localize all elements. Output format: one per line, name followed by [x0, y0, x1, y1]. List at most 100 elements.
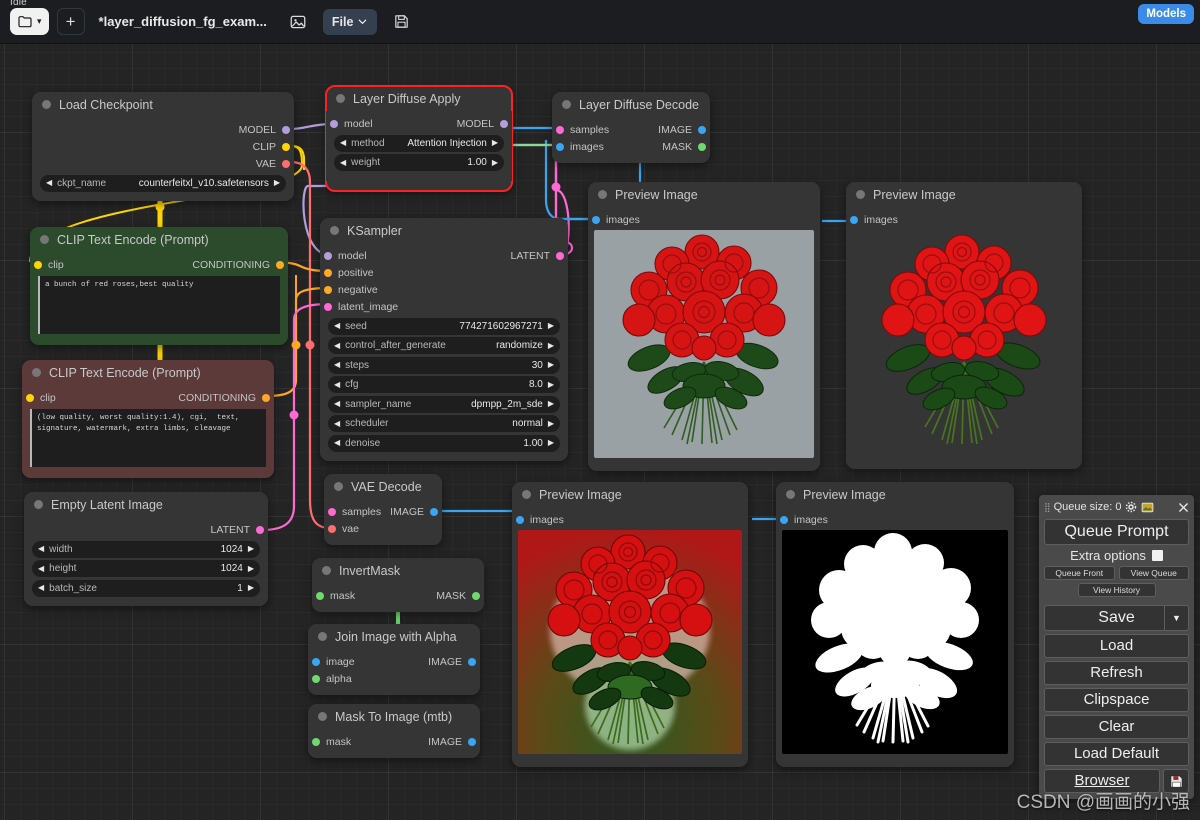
- widget-steps[interactable]: ◀ steps 30 ▶: [328, 356, 560, 374]
- pin-image-out[interactable]: [468, 738, 476, 746]
- io-row-images-mask[interactable]: images MASK: [552, 139, 710, 155]
- increment-arrow-icon[interactable]: ▶: [248, 584, 254, 592]
- pin-image-out[interactable]: [468, 658, 476, 666]
- pin-clip-in[interactable]: [26, 394, 34, 402]
- pin-mask-in[interactable]: [312, 738, 320, 746]
- widget-scheduler[interactable]: ◀ scheduler normal ▶: [328, 415, 560, 432]
- preview-image-canvas[interactable]: [594, 230, 814, 458]
- collapse-dot-icon[interactable]: [318, 712, 327, 721]
- increment-arrow-icon[interactable]: ▶: [248, 545, 254, 553]
- node-title-bar[interactable]: VAE Decode: [324, 474, 442, 499]
- collapse-dot-icon[interactable]: [598, 190, 607, 199]
- pin-images-in[interactable]: [516, 516, 524, 524]
- pin-samples-in[interactable]: [328, 508, 336, 516]
- node-title-bar[interactable]: Load Checkpoint: [32, 92, 294, 117]
- collapse-dot-icon[interactable]: [856, 190, 865, 199]
- browser-button[interactable]: Browser: [1044, 769, 1160, 793]
- collapse-dot-icon[interactable]: [562, 100, 571, 109]
- widget-seed[interactable]: ◀ seed 774271602967271 ▶: [328, 317, 560, 335]
- widget-cfg[interactable]: ◀ cfg 8.0 ▶: [328, 376, 560, 393]
- folder-caret-icon[interactable]: ▾: [37, 16, 42, 27]
- pin-images-in[interactable]: [780, 516, 788, 524]
- queue-menu-panel[interactable]: ⣿ Queue size: 0 Queue Prompt Extra optio…: [1039, 495, 1194, 799]
- decrement-arrow-icon[interactable]: ◀: [334, 400, 340, 408]
- node-title-bar[interactable]: Preview Image: [512, 482, 748, 507]
- pin-model-out[interactable]: [500, 120, 508, 128]
- pin-model[interactable]: [282, 126, 290, 134]
- widget-control-after-generate[interactable]: ◀ control_after_generate randomize ▶: [328, 337, 560, 354]
- clipspace-button[interactable]: Clipspace: [1044, 688, 1189, 712]
- widget-width[interactable]: ◀ width 1024 ▶: [32, 540, 260, 558]
- gallery-icon[interactable]: [1141, 501, 1154, 514]
- increment-arrow-icon[interactable]: ▶: [548, 322, 554, 330]
- load-button[interactable]: Load: [1044, 634, 1189, 658]
- node-title-bar[interactable]: Preview Image: [846, 182, 1082, 207]
- collapse-dot-icon[interactable]: [34, 500, 43, 509]
- increment-arrow-icon[interactable]: ▶: [548, 341, 554, 350]
- io-row-model-latent[interactable]: model LATENT: [320, 248, 568, 264]
- file-menu-button[interactable]: File: [322, 8, 378, 35]
- extra-options-row[interactable]: Extra options: [1044, 548, 1189, 563]
- pin-negative-in[interactable]: [324, 286, 332, 294]
- output-port-latent[interactable]: LATENT: [24, 522, 268, 538]
- node-title-bar[interactable]: Layer Diffuse Apply: [326, 86, 512, 111]
- load-default-button[interactable]: Load Default: [1044, 742, 1189, 766]
- node-title-bar[interactable]: Layer Diffuse Decode: [552, 92, 710, 117]
- close-icon[interactable]: [1178, 502, 1189, 513]
- node-mask-to-image[interactable]: Mask To Image (mtb) mask IMAGE: [308, 704, 480, 758]
- input-port-images[interactable]: images: [588, 212, 820, 228]
- decrement-arrow-icon[interactable]: ◀: [334, 322, 340, 330]
- gear-icon[interactable]: [1125, 501, 1137, 513]
- node-join-image-with-alpha[interactable]: Join Image with Alpha image IMAGE alpha: [308, 624, 480, 695]
- pin-conditioning-out[interactable]: [276, 261, 284, 269]
- pin-images-in[interactable]: [850, 216, 858, 224]
- new-workflow-button[interactable]: +: [56, 8, 85, 35]
- output-port-clip[interactable]: CLIP: [32, 139, 294, 155]
- node-layer-diffuse-apply[interactable]: Layer Diffuse Apply model MODEL ◀ method…: [325, 85, 513, 192]
- increment-arrow-icon[interactable]: ▶: [492, 158, 498, 167]
- input-port-latent-image[interactable]: latent_image: [320, 299, 568, 315]
- collapse-dot-icon[interactable]: [322, 566, 331, 575]
- preview-image-canvas[interactable]: [782, 530, 1008, 754]
- collapse-dot-icon[interactable]: [32, 368, 41, 377]
- input-port-negative[interactable]: negative: [320, 282, 568, 298]
- node-preview-image-3[interactable]: Preview Image images: [512, 482, 748, 767]
- widget-height[interactable]: ◀ height 1024 ▶: [32, 560, 260, 577]
- pin-model-in[interactable]: [330, 120, 338, 128]
- increment-arrow-icon[interactable]: ▶: [548, 380, 554, 389]
- node-layer-diffuse-decode[interactable]: Layer Diffuse Decode samples IMAGE image…: [552, 92, 710, 163]
- node-load-checkpoint[interactable]: Load Checkpoint MODEL CLIP VAE ◀ ckpt_na…: [32, 92, 294, 201]
- widget-sampler-name[interactable]: ◀ sampler_name dpmpp_2m_sde ▶: [328, 395, 560, 413]
- increment-arrow-icon[interactable]: ▶: [492, 139, 498, 147]
- increment-arrow-icon[interactable]: ▶: [548, 361, 554, 369]
- io-row-mask-image[interactable]: mask IMAGE: [308, 734, 480, 750]
- image-gallery-button[interactable]: [281, 9, 315, 35]
- node-title-bar[interactable]: Empty Latent Image: [24, 492, 268, 517]
- io-row-samples-image[interactable]: samples IMAGE: [552, 122, 710, 138]
- pin-model-in[interactable]: [324, 252, 332, 260]
- pin-image-out[interactable]: [430, 508, 438, 516]
- decrement-arrow-icon[interactable]: ◀: [340, 139, 346, 147]
- refresh-button[interactable]: Refresh: [1044, 661, 1189, 685]
- decrement-arrow-icon[interactable]: ◀: [38, 584, 44, 592]
- collapse-dot-icon[interactable]: [522, 490, 531, 499]
- view-queue-button[interactable]: View Queue: [1118, 566, 1189, 580]
- widget-batch-size[interactable]: ◀ batch_size 1 ▶: [32, 579, 260, 597]
- queue-prompt-button[interactable]: Queue Prompt: [1044, 519, 1189, 545]
- pin-alpha-in[interactable]: [312, 675, 320, 683]
- decrement-arrow-icon[interactable]: ◀: [334, 341, 340, 350]
- node-title-bar[interactable]: KSampler: [320, 218, 568, 243]
- collapse-dot-icon[interactable]: [786, 490, 795, 499]
- increment-arrow-icon[interactable]: ▶: [248, 564, 254, 573]
- collapse-dot-icon[interactable]: [42, 100, 51, 109]
- pin-clip[interactable]: [282, 143, 290, 151]
- node-preview-image-1[interactable]: Preview Image images: [588, 182, 820, 471]
- view-history-button[interactable]: View History: [1077, 583, 1156, 597]
- pin-vae[interactable]: [282, 160, 290, 168]
- decrement-arrow-icon[interactable]: ◀: [334, 439, 340, 447]
- extra-options-checkbox[interactable]: [1151, 550, 1163, 561]
- increment-arrow-icon[interactable]: ▶: [548, 400, 554, 408]
- input-port-alpha[interactable]: alpha: [308, 671, 480, 687]
- node-vae-decode[interactable]: VAE Decode samples IMAGE vae: [324, 474, 442, 545]
- prompt-textarea-negative[interactable]: (low quality, worst quality:1.4), cgi, t…: [30, 409, 266, 467]
